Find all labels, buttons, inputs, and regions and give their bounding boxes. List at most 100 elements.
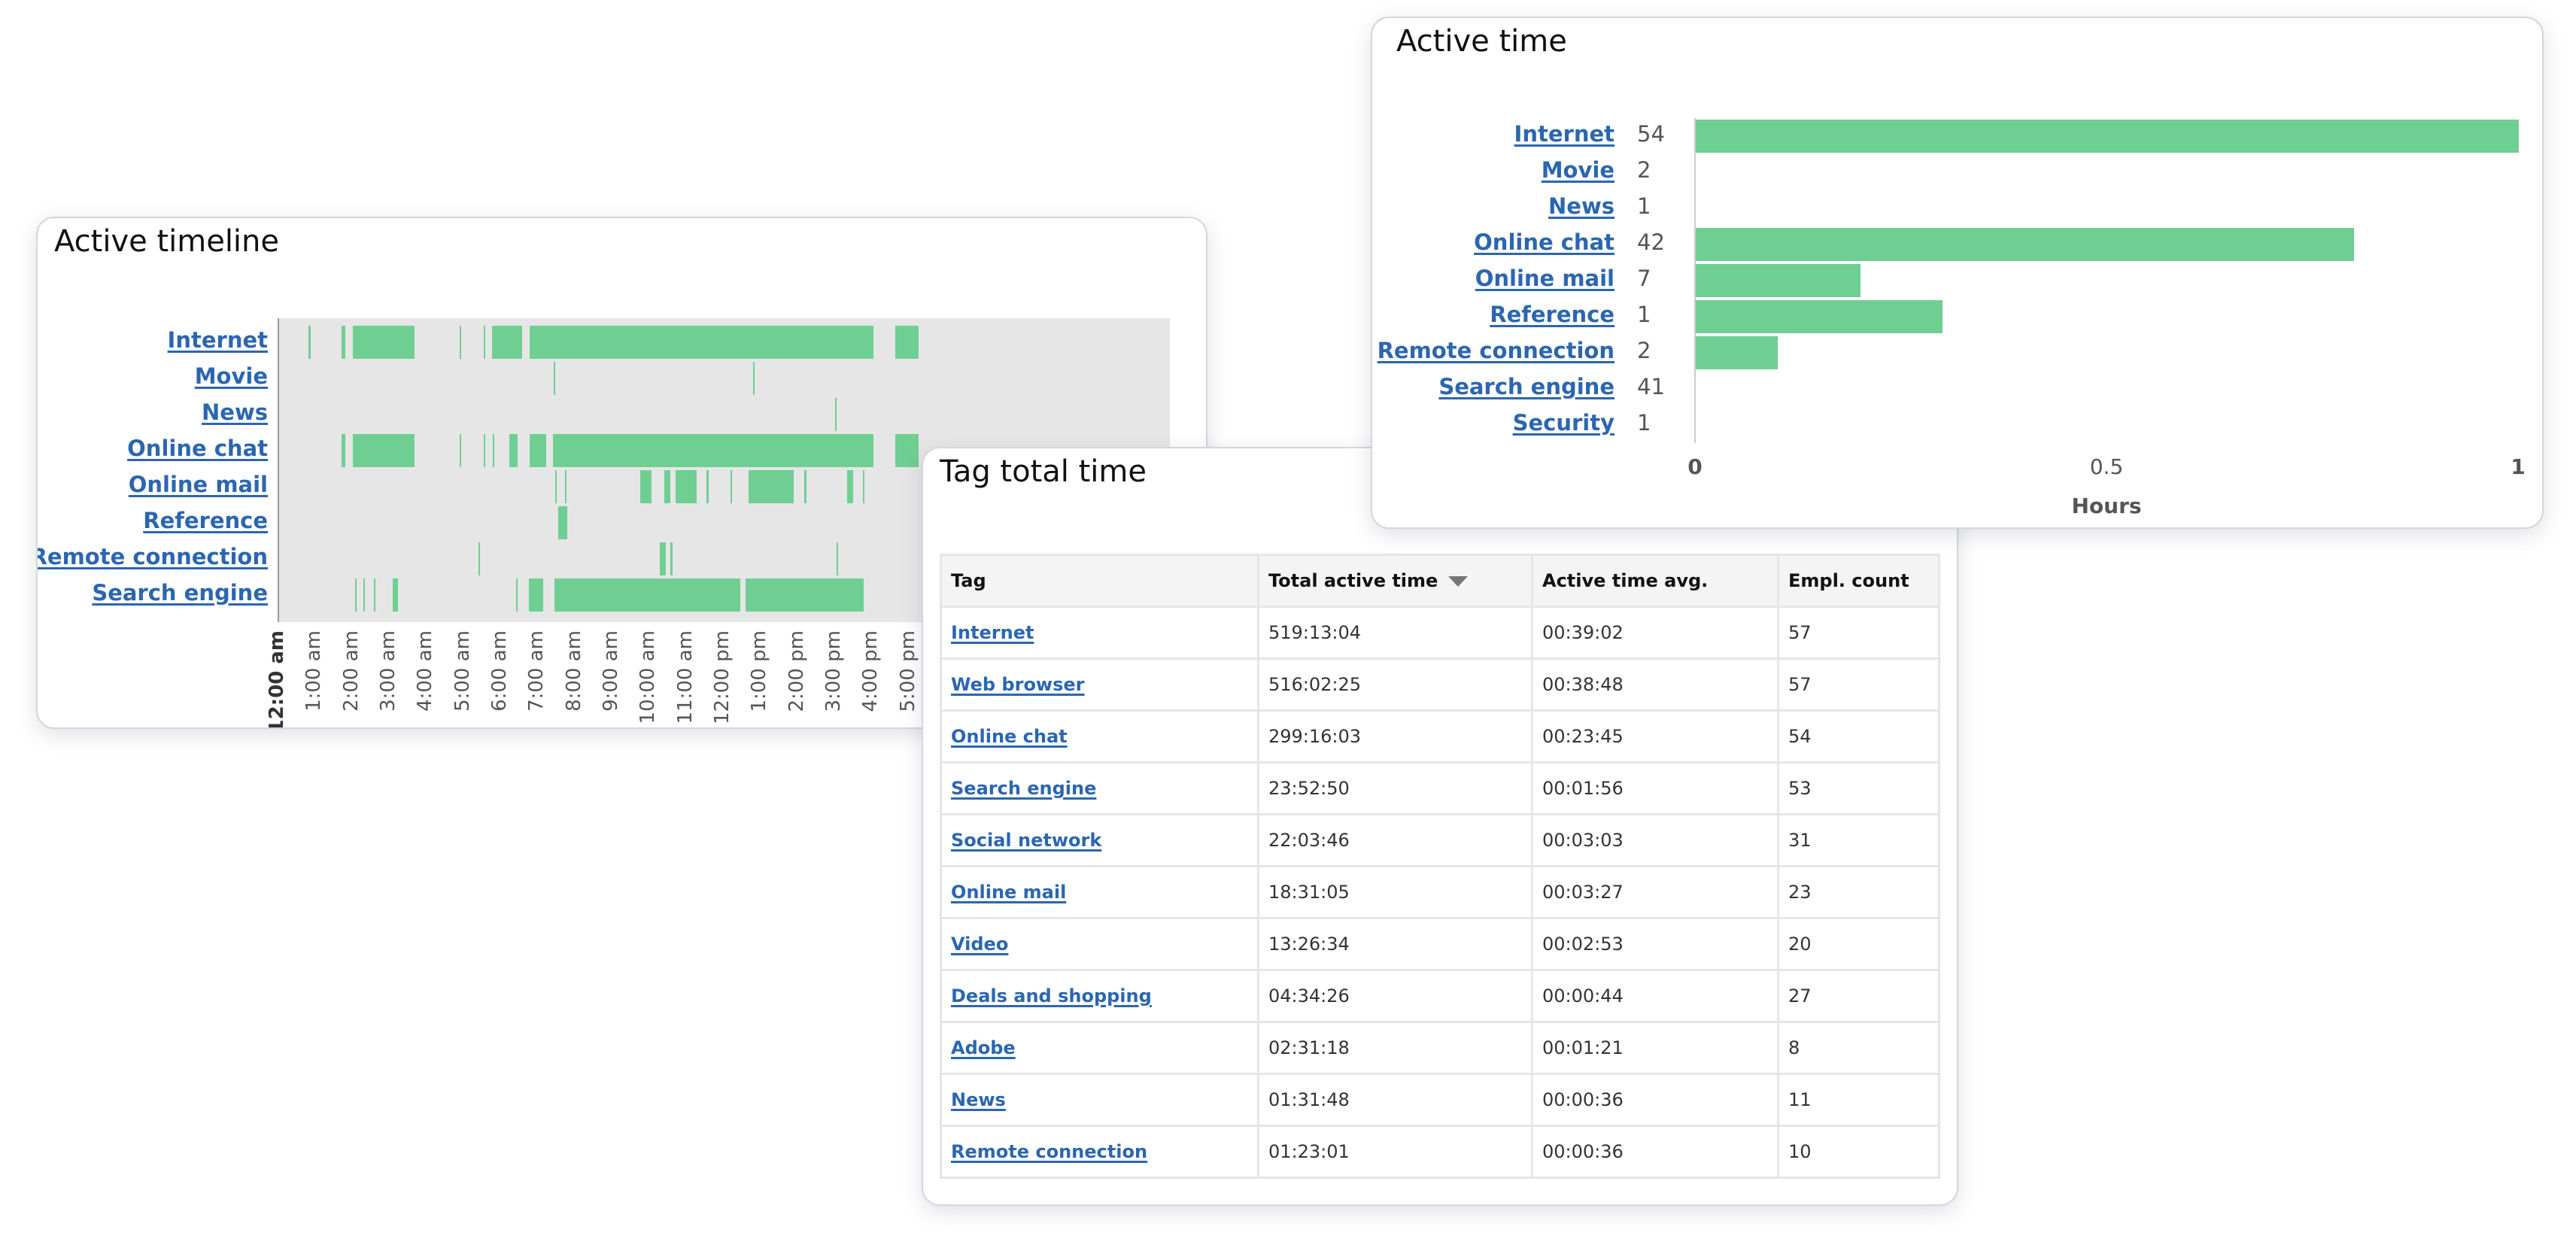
- category-label-search-engine[interactable]: Search engine: [1438, 374, 1615, 399]
- total-active-time-cell: 516:02:25: [1257, 657, 1533, 712]
- tag-link[interactable]: Search engine: [951, 778, 1096, 799]
- column-header-label: Total active time: [1268, 570, 1438, 591]
- table-row: Remote connection 01:23:01 00:00:36 10: [940, 1125, 1940, 1179]
- x-tick-label: 12:00 am: [266, 630, 288, 729]
- tag-link[interactable]: Video: [951, 934, 1008, 955]
- activity-segment: [804, 470, 807, 503]
- tag-cell: Search engine: [940, 761, 1259, 815]
- activity-segment: [659, 542, 667, 575]
- activity-segment: [459, 326, 461, 359]
- total-active-time-cell: 13:26:34: [1257, 917, 1533, 971]
- x-tick-label: 1:00 pm: [748, 630, 771, 712]
- category-label-internet[interactable]: Internet: [1514, 121, 1615, 147]
- activity-segment: [863, 470, 864, 503]
- category-label-remote-connection[interactable]: Remote connection: [1378, 338, 1615, 363]
- card-title: Tag total time: [940, 454, 1147, 489]
- activity-segment: [530, 326, 874, 359]
- empl-count-cell: 27: [1777, 969, 1940, 1023]
- x-tick-label: 6:00 am: [488, 630, 511, 712]
- tag-cell: Deals and shopping: [940, 969, 1259, 1023]
- empl-count-cell: 8: [1777, 1021, 1940, 1075]
- tag-link[interactable]: News: [951, 1089, 1006, 1110]
- tag-cell: Online chat: [940, 709, 1259, 764]
- total-active-time-cell: 299:16:03: [1257, 709, 1533, 764]
- tag-link[interactable]: Deals and shopping: [951, 985, 1152, 1007]
- activity-segment: [354, 578, 357, 612]
- y-axis-line: [1694, 118, 1696, 443]
- active-time-avg-cell: 00:00:36: [1531, 1125, 1779, 1179]
- active-time-avg-cell: 00:03:03: [1531, 813, 1779, 867]
- sort-descending-icon: [1448, 576, 1469, 587]
- timeline-label-online-chat[interactable]: Online chat: [127, 436, 268, 461]
- activity-segment: [308, 326, 311, 359]
- x-tick-label: 3:00 am: [377, 630, 399, 712]
- tag-cell: Remote connection: [940, 1125, 1259, 1179]
- tag-link[interactable]: Online mail: [951, 882, 1066, 903]
- tag-link[interactable]: Adobe: [951, 1037, 1016, 1058]
- category-count: 54: [1637, 121, 1665, 147]
- empl-count-cell: 10: [1777, 1125, 1940, 1179]
- activity-segment: [746, 578, 864, 612]
- activity-segment: [509, 434, 518, 467]
- total-active-time-cell: 02:31:18: [1257, 1021, 1533, 1075]
- tag-link[interactable]: Social network: [951, 830, 1101, 851]
- tag-link[interactable]: Internet: [951, 622, 1034, 643]
- category-label-movie[interactable]: Movie: [1542, 157, 1615, 183]
- category-count: 42: [1637, 229, 1665, 255]
- empl-count-cell: 31: [1777, 813, 1940, 867]
- x-tick-label: 7:00 am: [525, 630, 548, 712]
- column-header-empl-count[interactable]: Empl. count: [1777, 554, 1940, 608]
- column-header-tag[interactable]: Tag: [940, 554, 1259, 608]
- active-time-avg-cell: 00:01:21: [1531, 1021, 1779, 1075]
- timeline-label-search-engine[interactable]: Search engine: [92, 580, 268, 606]
- x-tick-label: 1: [2511, 454, 2526, 479]
- active-time-avg-cell: 00:01:56: [1531, 761, 1779, 815]
- timeline-label-reference[interactable]: Reference: [143, 508, 268, 533]
- timeline-label-remote-connection[interactable]: Remote connection: [38, 544, 268, 569]
- column-header-total-active-time[interactable]: Total active time: [1257, 554, 1533, 608]
- total-active-time-cell: 04:34:26: [1257, 969, 1533, 1023]
- timeline-label-internet[interactable]: Internet: [168, 327, 268, 353]
- activity-segment: [352, 434, 415, 467]
- category-label-security[interactable]: Security: [1513, 410, 1615, 436]
- total-active-time-cell: 18:31:05: [1257, 865, 1533, 919]
- category-count: 1: [1637, 410, 1651, 436]
- table-row: Search engine 23:52:50 00:01:56 53: [940, 761, 1940, 815]
- category-count: 1: [1637, 193, 1651, 219]
- x-tick-label: 5:00 am: [451, 630, 474, 712]
- category-label-news[interactable]: News: [1548, 193, 1615, 219]
- bar: [1696, 264, 1861, 297]
- tag-link[interactable]: Online chat: [951, 726, 1068, 747]
- activity-segment: [373, 578, 375, 612]
- active-time-avg-cell: 00:00:36: [1531, 1073, 1779, 1127]
- table-header-row: Tag Total active time Active time avg. E…: [940, 554, 1940, 608]
- category-label-reference[interactable]: Reference: [1490, 302, 1615, 327]
- tag-cell: News: [940, 1073, 1259, 1127]
- category-label-online-chat[interactable]: Online chat: [1474, 229, 1615, 255]
- x-tick-label: 0: [1687, 454, 1703, 479]
- activity-segment: [552, 434, 874, 467]
- tag-cell: Video: [940, 917, 1259, 971]
- table-row: Social network 22:03:46 00:03:03 31: [940, 813, 1940, 867]
- x-tick-label: 3:00 pm: [822, 630, 845, 712]
- timeline-label-movie[interactable]: Movie: [195, 363, 268, 389]
- column-header-active-time-avg[interactable]: Active time avg.: [1531, 554, 1779, 608]
- x-tick-label: 9:00 am: [600, 630, 622, 712]
- category-label-online-mail[interactable]: Online mail: [1475, 266, 1615, 291]
- x-tick-label: 0.5: [2089, 454, 2124, 479]
- activity-segment: [484, 434, 486, 467]
- activity-segment: [557, 506, 568, 539]
- empl-count-cell: 20: [1777, 917, 1940, 971]
- tag-link[interactable]: Web browser: [951, 674, 1085, 695]
- activity-segment: [530, 434, 547, 467]
- timeline-label-news[interactable]: News: [202, 399, 268, 425]
- bar: [1696, 228, 2355, 261]
- timeline-label-online-mail[interactable]: Online mail: [129, 472, 268, 497]
- active-time-avg-cell: 00:23:45: [1531, 709, 1779, 764]
- tag-link[interactable]: Remote connection: [951, 1141, 1147, 1162]
- x-tick-label: 8:00 am: [562, 630, 585, 712]
- column-header-label: Active time avg.: [1542, 570, 1709, 591]
- category-count: 1: [1637, 302, 1651, 327]
- activity-segment: [554, 362, 556, 395]
- column-header-label: Tag: [951, 570, 986, 591]
